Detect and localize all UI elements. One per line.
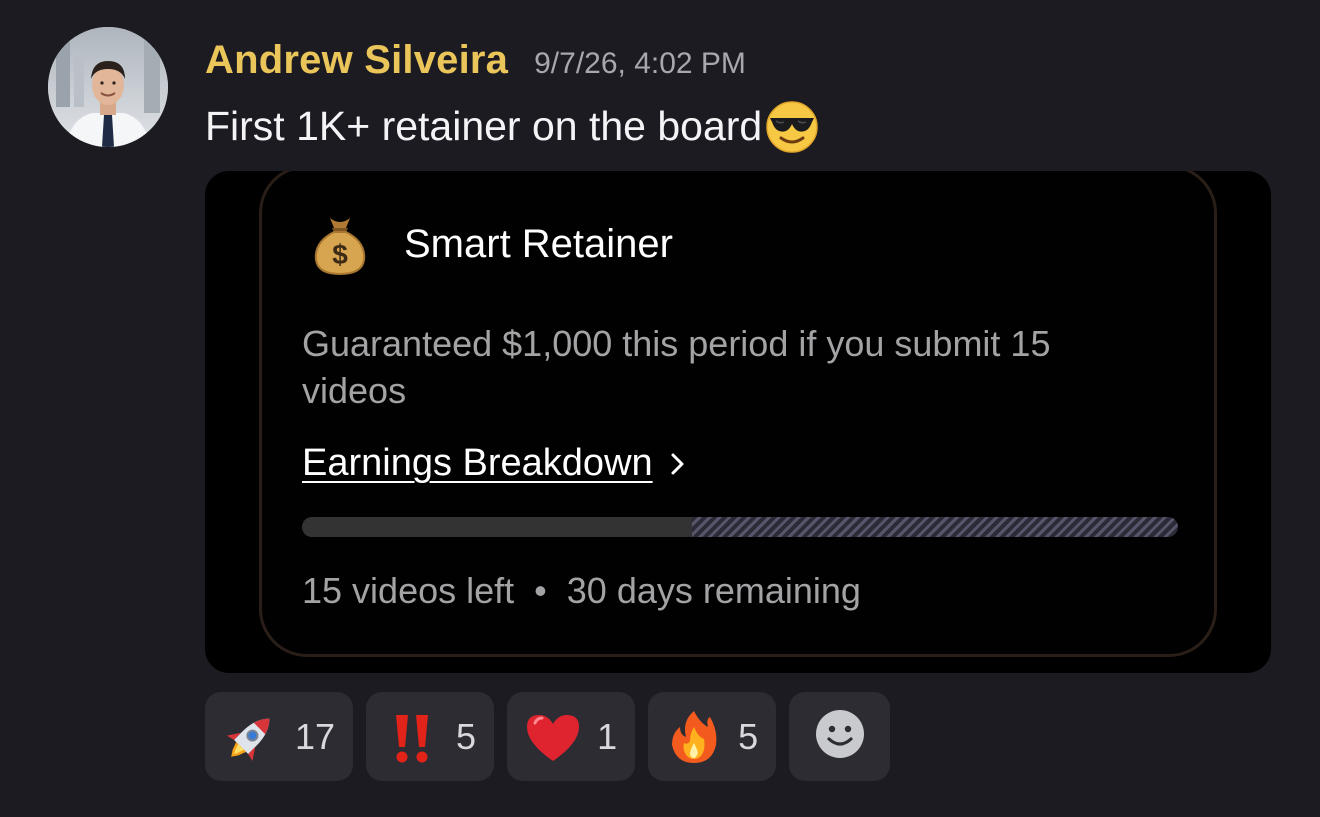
attachment-image[interactable]: $ Smart Retainer Guaranteed $1,000 this … bbox=[205, 171, 1271, 673]
progress-fill bbox=[302, 517, 692, 537]
reaction-count: 1 bbox=[597, 715, 618, 757]
reaction-fire[interactable]: 5 bbox=[648, 692, 777, 781]
card-description: Guaranteed $1,000 this period if you sub… bbox=[302, 323, 1051, 411]
earnings-breakdown-link[interactable]: Earnings Breakdown bbox=[302, 442, 687, 485]
reaction-count: 17 bbox=[295, 715, 336, 757]
days-remaining: 30 days remaining bbox=[566, 570, 861, 611]
card-title: Smart Retainer bbox=[404, 221, 673, 266]
author-name[interactable]: Andrew Silveira bbox=[205, 38, 508, 83]
chevron-right-icon bbox=[653, 450, 687, 478]
reaction-count: 5 bbox=[738, 715, 759, 757]
reaction-rocket[interactable]: 17 bbox=[205, 692, 354, 781]
money-bag-icon: $ bbox=[310, 212, 370, 276]
message-content: First 1K+ retainer on the board bbox=[205, 98, 820, 154]
retainer-card: $ Smart Retainer Guaranteed $1,000 this … bbox=[259, 171, 1217, 657]
svg-text:$: $ bbox=[332, 239, 348, 270]
message-header: Andrew Silveira 9/7/26, 4:02 PM bbox=[205, 38, 746, 83]
fire-icon bbox=[664, 707, 724, 767]
reaction-heart[interactable]: 1 bbox=[507, 692, 636, 781]
smiling-face-with-sunglasses-icon bbox=[764, 98, 820, 154]
add-reaction-smiley-icon bbox=[814, 708, 866, 765]
retainer-progress-bar bbox=[302, 517, 1178, 537]
earnings-breakdown-label[interactable]: Earnings Breakdown bbox=[302, 442, 653, 485]
red-heart-icon bbox=[523, 707, 583, 767]
footer-separator: • bbox=[534, 570, 547, 611]
reactions-bar: 17 5 1 5 bbox=[205, 692, 891, 781]
videos-left: 15 videos left bbox=[302, 570, 515, 611]
add-reaction-button[interactable] bbox=[789, 692, 891, 781]
avatar[interactable] bbox=[48, 27, 168, 147]
reaction-double-exclamation[interactable]: 5 bbox=[366, 692, 495, 781]
double-exclamation-icon bbox=[382, 707, 442, 767]
message-timestamp: 9/7/26, 4:02 PM bbox=[534, 47, 746, 80]
card-footer: 15 videos left • 30 days remaining bbox=[302, 570, 861, 612]
card-title-row: $ Smart Retainer bbox=[310, 212, 673, 276]
reaction-count: 5 bbox=[456, 715, 477, 757]
rocket-icon bbox=[221, 707, 281, 767]
message-text: First 1K+ retainer on the board bbox=[205, 102, 763, 149]
